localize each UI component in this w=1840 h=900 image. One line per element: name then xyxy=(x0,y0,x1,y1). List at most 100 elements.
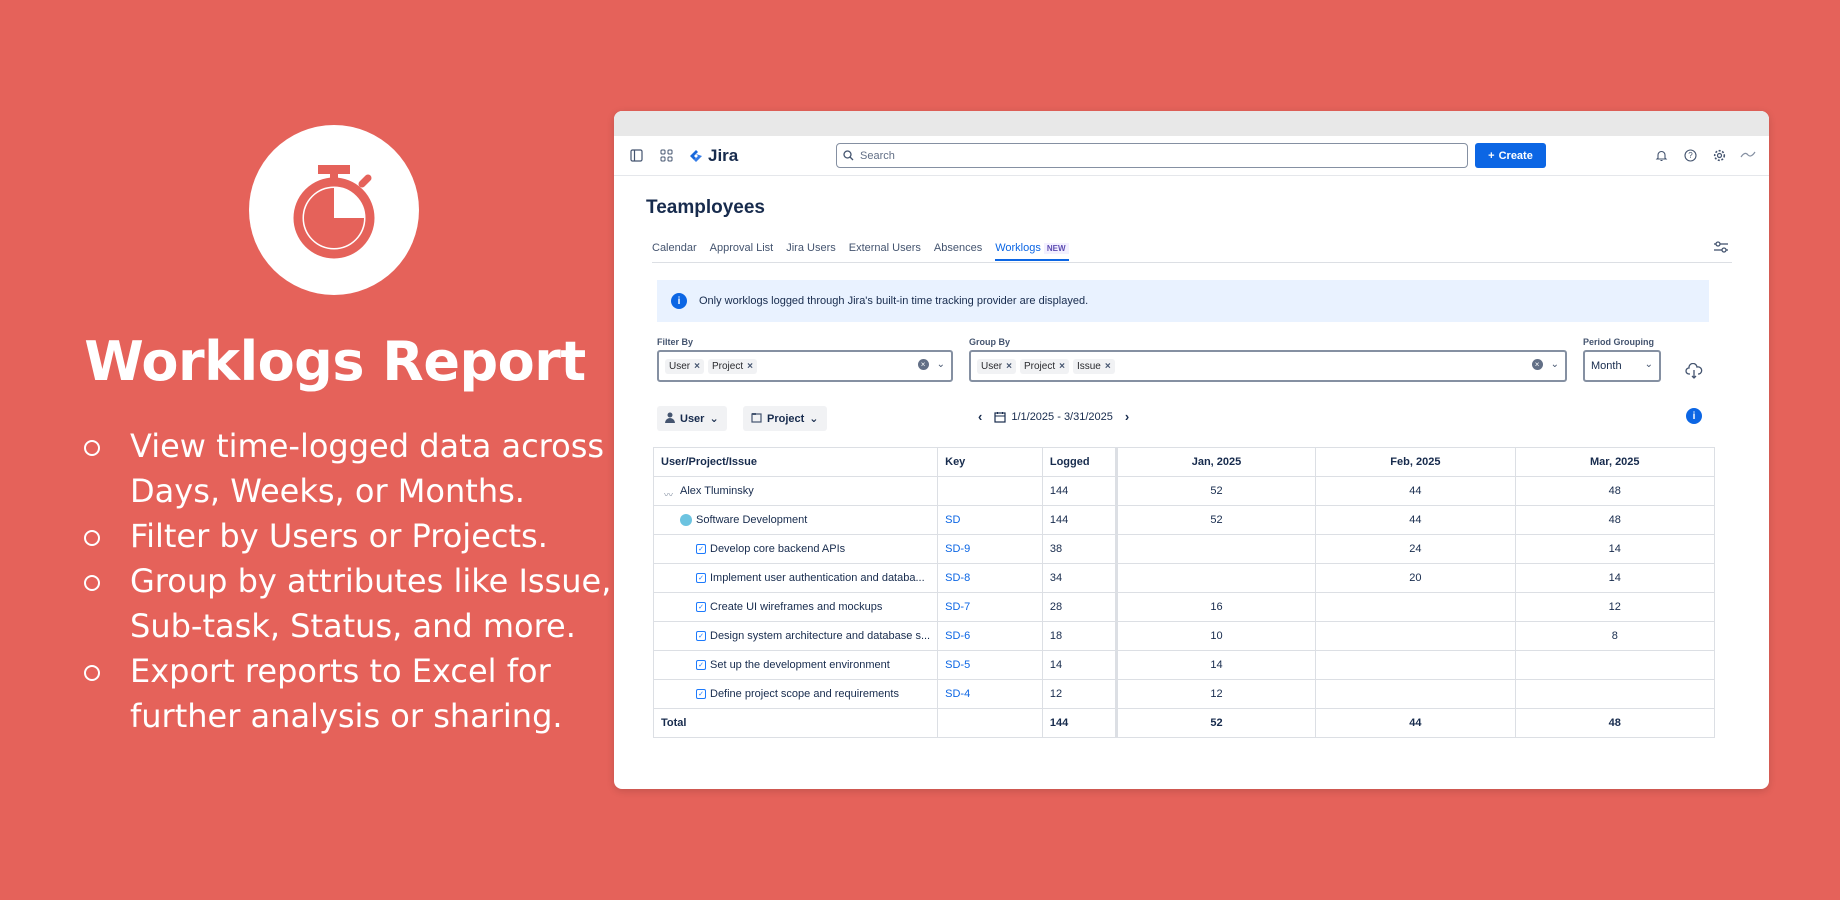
info-icon[interactable]: i xyxy=(1686,408,1702,424)
info-icon: i xyxy=(671,293,687,309)
issue-key-link[interactable]: SD-7 xyxy=(937,592,1043,622)
chevron-down-icon[interactable]: ⌄ xyxy=(1551,359,1559,370)
month-hours: 10 xyxy=(1115,621,1317,651)
tab-worklogs[interactable]: Worklogs NEW xyxy=(995,242,1069,261)
month-hours: 48 xyxy=(1514,505,1716,535)
total-row: Total 144 52 44 48 xyxy=(652,708,1716,738)
column-header[interactable]: Jan, 2025 xyxy=(1115,447,1317,477)
issue-key-link[interactable]: SD-5 xyxy=(937,650,1043,680)
feature-item: Filter by Users or Projects. xyxy=(78,514,618,559)
table-row: ✓ Create UI wireframes and mockups SD-7 2… xyxy=(652,592,1716,622)
app-switcher-icon[interactable] xyxy=(658,148,674,164)
feature-item: Export reports to Excel for further anal… xyxy=(78,649,618,739)
remove-chip-icon[interactable]: × xyxy=(1059,361,1065,372)
export-cloud-icon[interactable] xyxy=(1685,362,1703,384)
view-settings-icon[interactable] xyxy=(1713,240,1729,259)
user-filter-button[interactable]: User ⌄ xyxy=(657,406,727,431)
project-key-link[interactable]: SD xyxy=(937,505,1043,535)
table-row: ✓ Develop core backend APIs SD-9 38 24 14 xyxy=(652,534,1716,564)
remove-chip-icon[interactable]: × xyxy=(1006,361,1012,372)
previous-period-icon[interactable]: ‹ xyxy=(978,409,982,424)
month-hours: 8 xyxy=(1514,621,1716,651)
month-hours: 12 xyxy=(1115,679,1317,709)
logged-hours: 12 xyxy=(1041,679,1118,709)
notifications-icon[interactable] xyxy=(1652,146,1670,164)
column-header[interactable]: Mar, 2025 xyxy=(1514,447,1716,477)
task-checkbox-icon: ✓ xyxy=(696,689,706,699)
total-month: 48 xyxy=(1514,708,1716,738)
logo-badge xyxy=(249,125,419,295)
topbar-actions: ? xyxy=(1652,146,1757,164)
month-hours xyxy=(1514,650,1716,680)
date-range-picker[interactable]: 1/1/2025 - 3/31/2025 xyxy=(994,411,1113,423)
help-icon[interactable]: ? xyxy=(1681,146,1699,164)
sidebar-toggle-icon[interactable] xyxy=(628,148,644,164)
total-month: 52 xyxy=(1115,708,1317,738)
info-banner: i Only worklogs logged through Jira's bu… xyxy=(657,280,1709,322)
remove-chip-icon[interactable]: × xyxy=(694,361,700,372)
month-hours xyxy=(1115,563,1317,593)
next-period-icon[interactable]: › xyxy=(1125,409,1129,424)
group-by-label: Group By xyxy=(969,337,1011,347)
task-checkbox-icon: ✓ xyxy=(696,602,706,612)
chevron-down-icon: ⌄ xyxy=(1644,359,1653,370)
filter-chip-user: User × xyxy=(665,358,704,374)
column-header[interactable]: User/Project/Issue xyxy=(652,447,939,477)
feature-item: View time-logged data across Days, Weeks… xyxy=(78,424,618,514)
row-name: Alex Tluminsky xyxy=(680,485,754,497)
remove-chip-icon[interactable]: × xyxy=(747,361,753,372)
clear-icon[interactable]: × xyxy=(1531,359,1543,370)
remove-chip-icon[interactable]: × xyxy=(1105,361,1111,372)
tab-external-users[interactable]: External Users xyxy=(849,242,921,261)
task-checkbox-icon: ✓ xyxy=(696,631,706,641)
month-hours: 48 xyxy=(1514,476,1716,506)
table-row: Software Development SD 144 52 44 48 xyxy=(652,505,1716,535)
issue-key-link[interactable]: SD-9 xyxy=(937,534,1043,564)
group-chip-issue: Issue × xyxy=(1072,358,1115,374)
chevron-down-icon[interactable]: ⌄ xyxy=(937,359,945,370)
group-by-select[interactable]: User × Project × Issue × × ⌄ xyxy=(969,350,1567,382)
issue-key-link[interactable]: SD-8 xyxy=(937,563,1043,593)
tab-calendar[interactable]: Calendar xyxy=(652,242,697,261)
feature-list: View time-logged data across Days, Weeks… xyxy=(78,424,618,739)
month-hours: 16 xyxy=(1115,592,1317,622)
tab-jira-users[interactable]: Jira Users xyxy=(786,242,836,261)
svg-text:?: ? xyxy=(1688,151,1693,160)
logged-hours: 14 xyxy=(1041,650,1118,680)
month-hours: 44 xyxy=(1315,505,1516,535)
column-header[interactable]: Key xyxy=(937,447,1043,477)
row-name: Create UI wireframes and mockups xyxy=(710,601,883,613)
month-hours: 14 xyxy=(1115,650,1317,680)
tab-absences[interactable]: Absences xyxy=(934,242,982,261)
clear-icon[interactable]: × xyxy=(917,359,929,370)
issue-key[interactable] xyxy=(937,476,1043,506)
column-header[interactable]: Feb, 2025 xyxy=(1315,447,1516,477)
settings-gear-icon[interactable] xyxy=(1710,146,1728,164)
tab-bar: Calendar Approval List Jira Users Extern… xyxy=(652,242,1069,261)
logged-hours: 18 xyxy=(1041,621,1118,651)
column-header[interactable]: Logged xyxy=(1041,447,1118,477)
search-input[interactable]: Search xyxy=(836,143,1468,168)
create-button[interactable]: + Create xyxy=(1475,143,1546,168)
issue-key-link[interactable]: SD-6 xyxy=(937,621,1043,651)
filter-by-select[interactable]: User × Project × × ⌄ xyxy=(657,350,953,382)
promo-title: Worklogs Report xyxy=(84,330,586,393)
plus-icon: + xyxy=(1488,149,1495,162)
logged-hours: 28 xyxy=(1041,592,1118,622)
chevron-down-icon: ⌄ xyxy=(709,413,719,425)
task-checkbox-icon: ✓ xyxy=(696,573,706,583)
logged-hours: 144 xyxy=(1041,476,1118,506)
tab-approval-list[interactable]: Approval List xyxy=(710,242,774,261)
filter-chip-project: Project × xyxy=(707,358,757,374)
jira-logo[interactable]: Jira xyxy=(688,146,738,166)
profile-avatar[interactable] xyxy=(1739,146,1757,164)
month-hours: 14 xyxy=(1514,563,1716,593)
row-name: Design system architecture and database … xyxy=(710,630,931,642)
month-hours: 14 xyxy=(1514,534,1716,564)
project-filter-button[interactable]: Project ⌄ xyxy=(743,406,827,431)
issue-key-link[interactable]: SD-4 xyxy=(937,679,1043,709)
chevron-down-icon: ⌄ xyxy=(809,413,819,425)
period-grouping-select[interactable]: Month ⌄ xyxy=(1583,350,1661,382)
month-hours xyxy=(1115,534,1317,564)
row-name: Set up the development environment xyxy=(710,659,890,671)
